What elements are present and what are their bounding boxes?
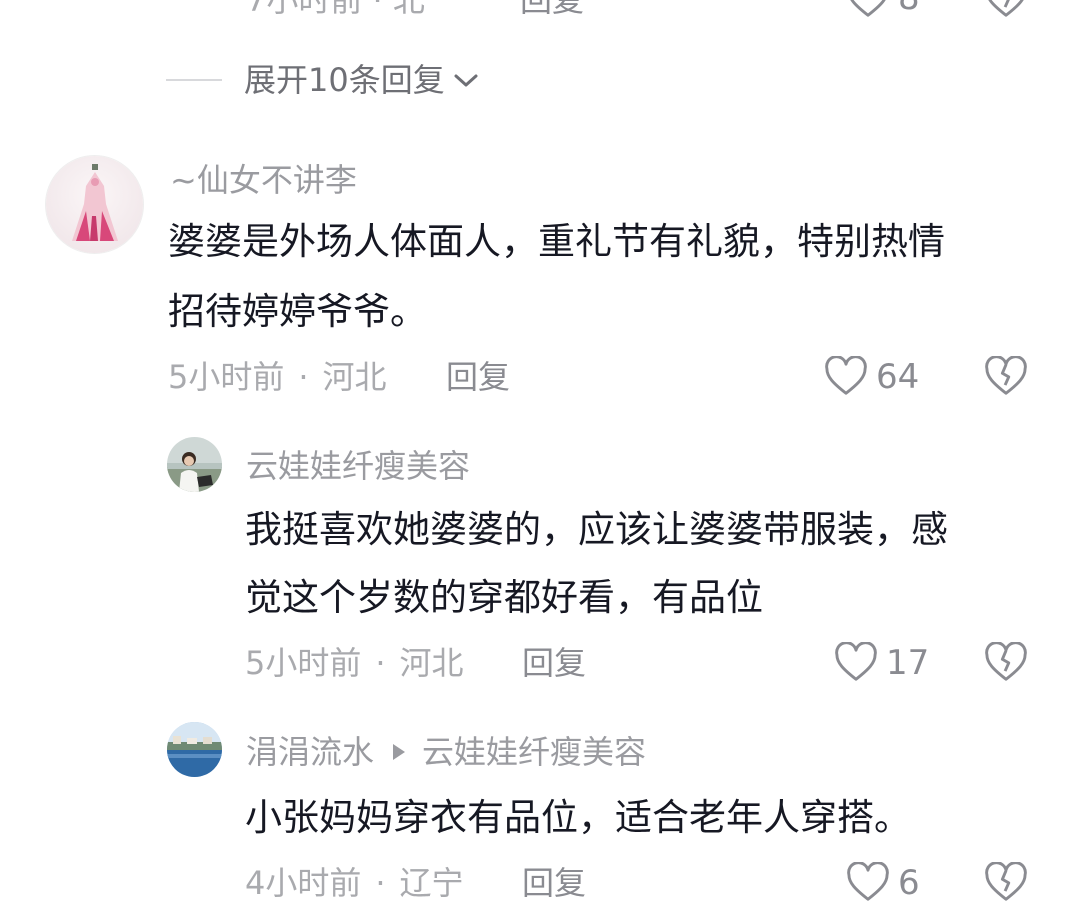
reply-text-line: 小张妈妈穿衣有品位，适合老年人穿搭。 <box>245 796 911 839</box>
avatar[interactable] <box>45 155 144 254</box>
expand-replies-label: 展开10条回复 <box>244 61 445 99</box>
reply-location: 辽宁 <box>399 864 464 902</box>
comment-text-line: 招待婷婷爷爷。 <box>168 290 427 333</box>
expand-divider-line <box>166 79 222 81</box>
reply-author[interactable]: 涓涓流水 <box>246 732 374 772</box>
top-dislike-button[interactable] <box>984 0 1028 18</box>
comment-location: 河北 <box>322 358 387 396</box>
heart-icon <box>834 642 878 682</box>
heart-icon <box>824 356 868 396</box>
avatar[interactable] <box>167 437 222 492</box>
meta-separator: · <box>375 644 386 682</box>
reply-text-line: 觉这个岁数的穿都好看，有品位 <box>245 576 763 619</box>
comment-text-line: 婆婆是外场人体面人，重礼节有礼貌，特别热情 <box>168 220 945 263</box>
like-button[interactable] <box>824 356 868 396</box>
top-reply-button[interactable]: 回复 <box>520 0 584 20</box>
like-count: 17 <box>886 643 930 683</box>
comment-author[interactable]: ~仙女不讲李 <box>170 160 357 200</box>
meta-separator: · <box>298 358 309 396</box>
avatar[interactable] <box>167 722 222 777</box>
heart-icon <box>846 0 890 18</box>
reply-location: 河北 <box>399 644 464 682</box>
broken-heart-icon <box>984 862 1028 902</box>
expand-replies-button[interactable]: 展开10条回复 <box>166 60 479 100</box>
meta-separator: · <box>375 864 386 902</box>
comment-meta: 5小时前 · 河北 <box>168 357 387 397</box>
reply-button[interactable]: 回复 <box>522 643 586 683</box>
reply-button[interactable]: 回复 <box>446 357 510 397</box>
dislike-button[interactable] <box>984 642 1028 682</box>
reply-to-author[interactable]: 云娃娃纤瘦美容 <box>422 732 646 772</box>
chevron-down-icon <box>453 70 479 90</box>
top-like-button[interactable] <box>846 0 890 18</box>
reply-header: 涓涓流水 云娃娃纤瘦美容 <box>246 732 646 772</box>
reply-time: 4小时前 <box>245 864 362 902</box>
comment-time: 5小时前 <box>168 358 285 396</box>
like-count: 6 <box>898 863 920 903</box>
like-count: 64 <box>876 357 920 397</box>
top-comment-meta: 7小时前 · 北 <box>246 0 425 19</box>
broken-heart-icon <box>984 642 1028 682</box>
dislike-button[interactable] <box>984 356 1028 396</box>
reply-meta: 5小时前 · 河北 <box>245 643 464 683</box>
reply-arrow-icon <box>392 743 406 761</box>
broken-heart-icon <box>984 0 1028 18</box>
top-like-count: 8 <box>898 0 920 18</box>
heart-icon <box>846 862 890 902</box>
like-button[interactable] <box>846 862 890 902</box>
reply-author[interactable]: 云娃娃纤瘦美容 <box>246 446 470 486</box>
reply-time: 5小时前 <box>245 644 362 682</box>
reply-meta: 4小时前 · 辽宁 <box>245 863 464 903</box>
reply-button[interactable]: 回复 <box>522 863 586 903</box>
broken-heart-icon <box>984 356 1028 396</box>
dislike-button[interactable] <box>984 862 1028 902</box>
like-button[interactable] <box>834 642 878 682</box>
reply-text-line: 我挺喜欢她婆婆的，应该让婆婆带服装，感 <box>245 508 948 551</box>
